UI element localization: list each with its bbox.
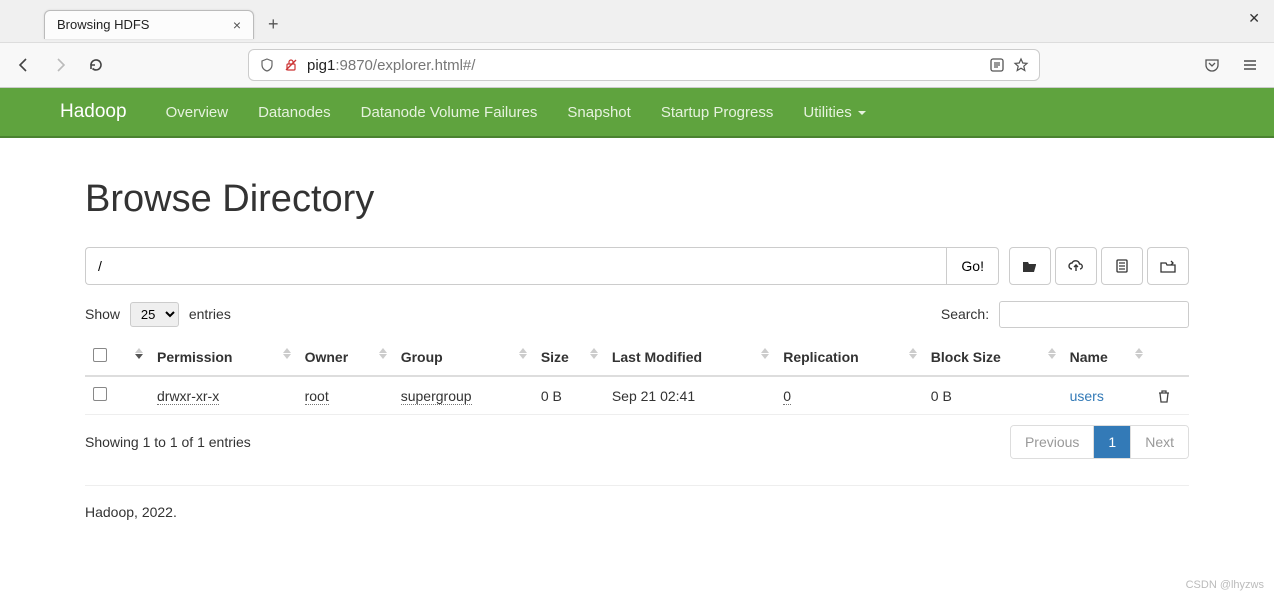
search-input[interactable] [999, 301, 1189, 328]
reload-button[interactable] [82, 51, 110, 79]
search-label: Search: [941, 306, 989, 322]
tab-strip: Browsing HDFS × + ✕ [0, 0, 1274, 42]
browser-toolbar: pig1:9870/explorer.html#/ [0, 42, 1274, 87]
divider [85, 485, 1189, 486]
url-rest: :9870/explorer.html#/ [335, 57, 475, 74]
hamburger-menu-icon[interactable] [1236, 51, 1264, 79]
nav-overview[interactable]: Overview [151, 90, 244, 135]
col-block-size[interactable]: Block Size [923, 338, 1062, 376]
col-permission[interactable]: Permission [149, 338, 297, 376]
upload-button[interactable] [1055, 247, 1097, 285]
path-input-group: Go! [85, 247, 999, 285]
watermark: CSDN @lhyzws [1186, 579, 1264, 591]
nav-datanodes[interactable]: Datanodes [243, 90, 346, 135]
forward-button[interactable] [46, 51, 74, 79]
table-info-row: Showing 1 to 1 of 1 entries Previous 1 N… [85, 425, 1189, 459]
url-host: pig1 [307, 57, 335, 74]
cell-replication[interactable]: 0 [783, 388, 791, 405]
cell-permission[interactable]: drwxr-xr-x [157, 388, 219, 405]
back-button[interactable] [10, 51, 38, 79]
col-size[interactable]: Size [533, 338, 604, 376]
show-label-pre: Show [85, 306, 120, 322]
prev-button[interactable]: Previous [1011, 426, 1093, 458]
reader-mode-icon[interactable] [989, 57, 1005, 73]
col-owner[interactable]: Owner [297, 338, 393, 376]
next-button[interactable]: Next [1130, 426, 1188, 458]
pagination: Previous 1 Next [1010, 425, 1189, 459]
col-name[interactable]: Name [1062, 338, 1149, 376]
col-checkbox[interactable] [85, 338, 119, 376]
page-title: Browse Directory [85, 178, 1189, 221]
url-text: pig1:9870/explorer.html#/ [307, 57, 981, 74]
clipboard-icon [1115, 259, 1129, 273]
path-row: Go! [85, 247, 1189, 285]
tab-title: Browsing HDFS [57, 17, 225, 32]
cell-block-size: 0 B [923, 376, 1062, 415]
delete-button[interactable] [1157, 389, 1181, 403]
folder-plus-icon [1160, 259, 1176, 273]
arrow-right-icon [52, 57, 68, 73]
cell-size: 0 B [533, 376, 604, 415]
lock-strike-icon [283, 57, 299, 73]
reload-icon [88, 57, 104, 73]
path-input[interactable] [85, 247, 946, 285]
page-container: Browse Directory Go! Show 25 [67, 138, 1207, 530]
file-table: Permission Owner Group Size Last Modifie… [85, 338, 1189, 415]
trash-icon [1157, 389, 1171, 403]
shield-icon [259, 57, 275, 73]
nav-snapshot[interactable]: Snapshot [552, 90, 645, 135]
row-checkbox[interactable] [93, 387, 107, 401]
cell-owner[interactable]: root [305, 388, 329, 405]
go-button[interactable]: Go! [946, 247, 999, 285]
cell-name-link[interactable]: users [1070, 388, 1104, 404]
browser-chrome: Browsing HDFS × + ✕ pig1:9870/explorer.h… [0, 0, 1274, 88]
table-info-text: Showing 1 to 1 of 1 entries [85, 434, 251, 450]
checkbox-icon[interactable] [93, 348, 107, 362]
address-bar[interactable]: pig1:9870/explorer.html#/ [248, 49, 1040, 81]
cell-last-modified: Sep 21 02:41 [604, 376, 775, 415]
window-close-icon[interactable]: ✕ [1248, 10, 1260, 27]
col-group[interactable]: Group [393, 338, 533, 376]
arrow-left-icon [16, 57, 32, 73]
search-box: Search: [941, 301, 1189, 328]
table-controls: Show 25 entries Search: [85, 301, 1189, 328]
col-actions [1149, 338, 1189, 376]
tab-close-icon[interactable]: × [233, 17, 241, 33]
hadoop-navbar: Hadoop Overview Datanodes Datanode Volum… [0, 88, 1274, 138]
show-entries: Show 25 entries [85, 302, 231, 327]
nav-utilities[interactable]: Utilities [788, 90, 880, 135]
footer-text: Hadoop, 2022. [85, 504, 1189, 520]
new-tab-button[interactable]: + [268, 14, 279, 35]
paste-button[interactable] [1147, 247, 1189, 285]
show-label-post: entries [189, 306, 231, 322]
col-sort-idx[interactable] [119, 338, 149, 376]
bookmark-star-icon[interactable] [1013, 57, 1029, 73]
entries-select[interactable]: 25 [130, 302, 179, 327]
cloud-upload-icon [1068, 259, 1084, 273]
cut-button[interactable] [1101, 247, 1143, 285]
folder-open-icon [1022, 259, 1038, 273]
nav-volume-failures[interactable]: Datanode Volume Failures [346, 90, 553, 135]
browser-tab[interactable]: Browsing HDFS × [44, 10, 254, 39]
nav-startup-progress[interactable]: Startup Progress [646, 90, 789, 135]
col-last-modified[interactable]: Last Modified [604, 338, 775, 376]
table-row: drwxr-xr-x root supergroup 0 B Sep 21 02… [85, 376, 1189, 415]
pocket-icon[interactable] [1198, 51, 1226, 79]
brand[interactable]: Hadoop [60, 101, 127, 123]
toolbar-right-icons [1198, 51, 1264, 79]
action-buttons [1009, 247, 1189, 285]
cell-group[interactable]: supergroup [401, 388, 472, 405]
page-1-button[interactable]: 1 [1093, 426, 1130, 458]
open-folder-button[interactable] [1009, 247, 1051, 285]
col-replication[interactable]: Replication [775, 338, 923, 376]
